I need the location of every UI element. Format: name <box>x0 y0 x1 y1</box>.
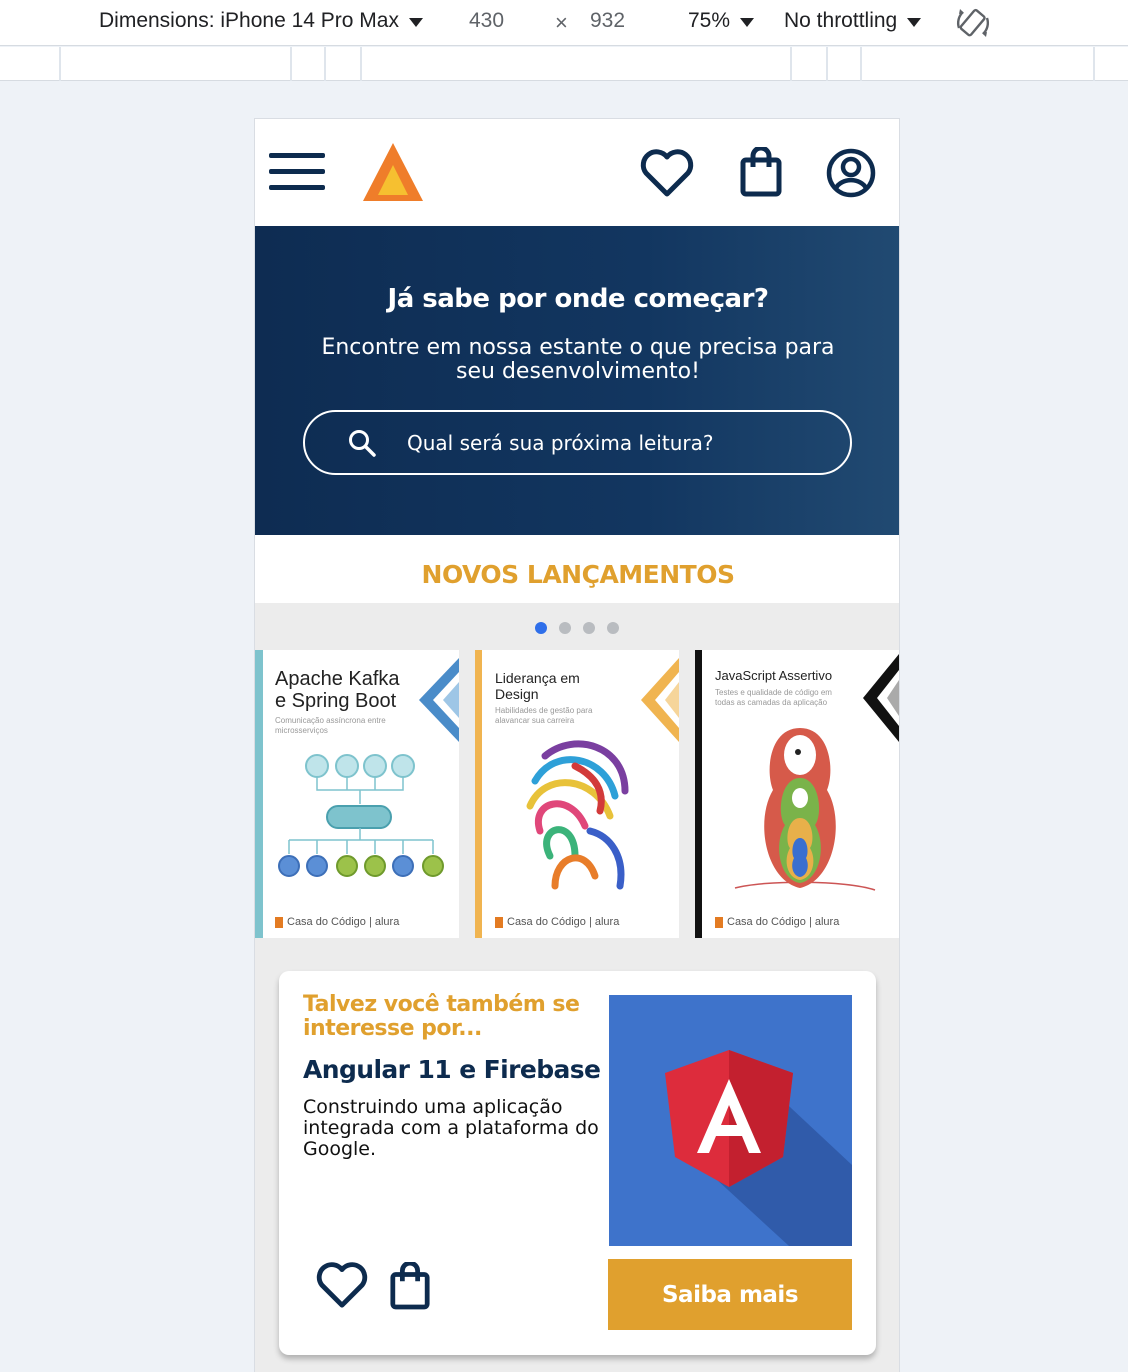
user-circle-icon[interactable] <box>825 147 877 199</box>
carousel-dot[interactable] <box>607 622 619 634</box>
heart-icon[interactable] <box>639 147 695 199</box>
chevron-down-icon <box>740 17 755 27</box>
book-publisher: Casa do Código | alura <box>715 916 839 928</box>
times-symbol: × <box>555 10 568 35</box>
device-viewport: Já sabe por onde começar? Encontre em no… <box>254 118 900 1372</box>
book-title: Apache Kafka e Spring Boot <box>275 668 400 712</box>
shopping-bag-icon[interactable] <box>739 147 783 197</box>
book-subtitle: Comunicação assíncrona entre microsservi… <box>275 716 386 735</box>
zoom-select[interactable]: 75% <box>688 9 755 33</box>
book-corner-chevron-icon <box>419 658 459 742</box>
book-cover-lideranca-em-design[interactable]: Liderança em Design Habilidades de gestã… <box>475 650 679 938</box>
suggestion-title[interactable]: Angular 11 e Firebase <box>303 1055 601 1084</box>
section-title-new-releases: NOVOS LANÇAMENTOS <box>255 535 899 603</box>
book-publisher: Casa do Código | alura <box>495 916 619 928</box>
hero-banner: Já sabe por onde começar? Encontre em no… <box>255 226 899 535</box>
chevron-down-icon <box>408 17 423 27</box>
suggestion-card: Talvez você também se interesse por... A… <box>279 971 876 1355</box>
book-corner-chevron-icon <box>641 658 679 742</box>
book-title: JavaScript Assertivo <box>715 668 833 683</box>
book-subtitle: Testes e qualidade de código em todas as… <box>715 688 832 707</box>
learn-more-button[interactable]: Saiba mais <box>608 1259 852 1330</box>
hero-title: Já sabe por onde começar? <box>387 284 769 314</box>
suggestion-kicker: Talvez você também se interesse por... <box>303 992 580 1041</box>
zoom-label: 75% <box>688 9 731 32</box>
search-icon <box>349 430 376 457</box>
angular-logo-icon[interactable] <box>609 995 852 1246</box>
hero-subtitle: Encontre em nossa estante o que precisa … <box>321 335 835 384</box>
device-dimensions-label: Dimensions: iPhone 14 Pro Max <box>99 9 399 32</box>
suggestion-description: Construindo uma aplicação integrada com … <box>303 1096 599 1160</box>
carousel-dot[interactable] <box>535 622 547 634</box>
height-input[interactable]: 932 <box>590 9 625 33</box>
width-input[interactable]: 430 <box>469 9 504 33</box>
chevron-down-icon <box>907 17 922 27</box>
colorful-head-illustration-icon <box>526 740 629 890</box>
site-header <box>255 118 899 226</box>
book-cover-apache-kafka[interactable]: Apache Kafka e Spring Boot Comunicação a… <box>255 650 459 938</box>
carousel-dots <box>535 622 619 634</box>
book-cover-javascript-assertivo[interactable]: JavaScript Assertivo Testes e qualidade … <box>695 650 899 938</box>
throttling-label: No throttling <box>784 9 898 32</box>
device-dimensions-select[interactable]: Dimensions: iPhone 14 Pro Max <box>99 9 423 33</box>
throttling-select[interactable]: No throttling <box>784 9 922 33</box>
media-query-ruler <box>0 47 1128 81</box>
triangle-logo-icon[interactable] <box>361 141 425 203</box>
kafka-diagram-icon <box>278 754 444 877</box>
search-input[interactable] <box>407 412 827 473</box>
book-subtitle: Habilidades de gestão para alavancar sua… <box>495 706 593 725</box>
shopping-bag-icon[interactable] <box>389 1262 431 1310</box>
nesting-dolls-illustration-icon <box>734 728 876 891</box>
search-box[interactable] <box>303 410 852 475</box>
book-publisher: Casa do Código | alura <box>275 916 399 928</box>
book-title: Liderança em Design <box>495 670 580 702</box>
hamburger-menu-icon[interactable] <box>269 153 325 191</box>
carousel-dot[interactable] <box>583 622 595 634</box>
heart-icon[interactable] <box>315 1260 369 1310</box>
carousel-dot[interactable] <box>559 622 571 634</box>
devtools-device-toolbar: Dimensions: iPhone 14 Pro Max 430 × 932 … <box>0 0 1128 46</box>
rotate-icon[interactable] <box>954 4 992 42</box>
